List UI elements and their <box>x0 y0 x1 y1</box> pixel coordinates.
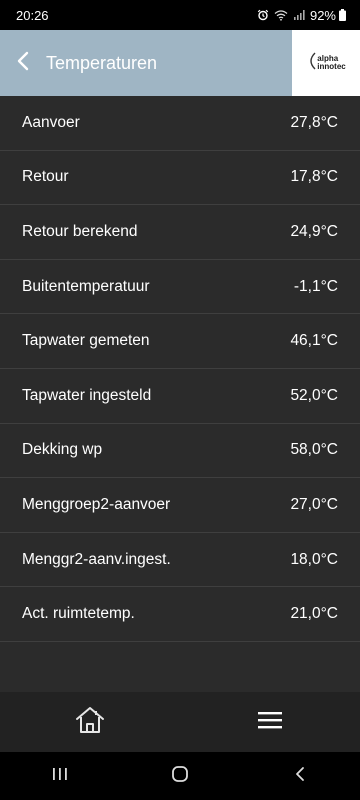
row-value: 27,0°C <box>290 495 338 513</box>
system-back-button[interactable] <box>260 752 340 800</box>
row-value: 18,0°C <box>290 550 338 568</box>
menu-icon <box>257 710 283 735</box>
row-value: 52,0°C <box>290 386 338 404</box>
row-value: 21,0°C <box>290 605 338 623</box>
row-label: Retour berekend <box>22 222 138 240</box>
row-label: Dekking wp <box>22 441 103 459</box>
row-label: Aanvoer <box>22 113 80 131</box>
logo-arc-icon <box>306 51 316 76</box>
status-time: 20:26 <box>16 7 49 23</box>
list-item: Tapwater gemeten 46,1°C <box>0 314 360 369</box>
menu-button[interactable] <box>210 692 330 752</box>
page-title: Temperaturen <box>46 52 158 73</box>
row-value: 27,8°C <box>290 113 338 131</box>
temperature-list: Aanvoer 27,8°C Retour 17,8°C Retour bere… <box>0 96 360 642</box>
list-item: Dekking wp 58,0°C <box>0 423 360 479</box>
list-item: Menggr2-aanv.ingest. 18,0°C <box>0 532 360 588</box>
battery-percent: 92% <box>309 7 336 23</box>
brand-logo: alpha innotec <box>292 30 360 96</box>
status-bar: 20:26 92% <box>0 0 360 30</box>
bottom-nav <box>0 692 360 752</box>
row-value: 46,1°C <box>290 332 338 350</box>
row-value: 58,0°C <box>290 441 338 459</box>
back-chevron-icon <box>294 766 306 787</box>
home-button[interactable] <box>30 692 150 752</box>
app-bar: Temperaturen alpha innotec <box>0 30 360 96</box>
screen: 20:26 92% Temperaturen alpha innotec Aan… <box>0 0 360 800</box>
system-home-button[interactable] <box>140 752 220 800</box>
recent-apps-icon <box>51 766 69 787</box>
list-item: Retour berekend 24,9°C <box>0 205 360 260</box>
list-item: Aanvoer 27,8°C <box>0 96 360 151</box>
recent-apps-button[interactable] <box>20 752 100 800</box>
home-circle-icon <box>171 765 189 788</box>
row-value: 17,8°C <box>290 168 338 186</box>
status-icons: 92% <box>257 8 346 23</box>
list-item: Menggroep2-aanvoer 27,0°C <box>0 478 360 533</box>
wifi-icon <box>274 9 288 21</box>
logo-text: alpha innotec <box>317 54 346 71</box>
list-item: Act. ruimtetemp. 21,0°C <box>0 587 360 642</box>
row-label: Tapwater gemeten <box>22 332 150 350</box>
battery-indicator: 92% <box>310 8 346 23</box>
row-label: Tapwater ingesteld <box>22 386 152 404</box>
system-nav <box>0 752 360 800</box>
signal-icon <box>293 9 305 21</box>
battery-icon <box>339 9 346 21</box>
row-label: Buitentemperatuur <box>22 277 150 295</box>
back-button[interactable] <box>0 30 46 96</box>
list-item: Tapwater ingesteld 52,0°C <box>0 368 360 424</box>
row-value: 24,9°C <box>290 222 338 240</box>
row-label: Act. ruimtetemp. <box>22 605 135 623</box>
list-item: Retour 17,8°C <box>0 150 360 206</box>
alarm-icon <box>257 9 269 21</box>
list-item: Buitentemperatuur -1,1°C <box>0 259 360 315</box>
row-label: Menggroep2-aanvoer <box>22 495 171 513</box>
row-label: Menggr2-aanv.ingest. <box>22 550 171 568</box>
row-value: -1,1°C <box>293 277 338 295</box>
back-arrow-icon <box>16 51 30 76</box>
home-icon <box>74 706 106 739</box>
row-label: Retour <box>22 168 69 186</box>
